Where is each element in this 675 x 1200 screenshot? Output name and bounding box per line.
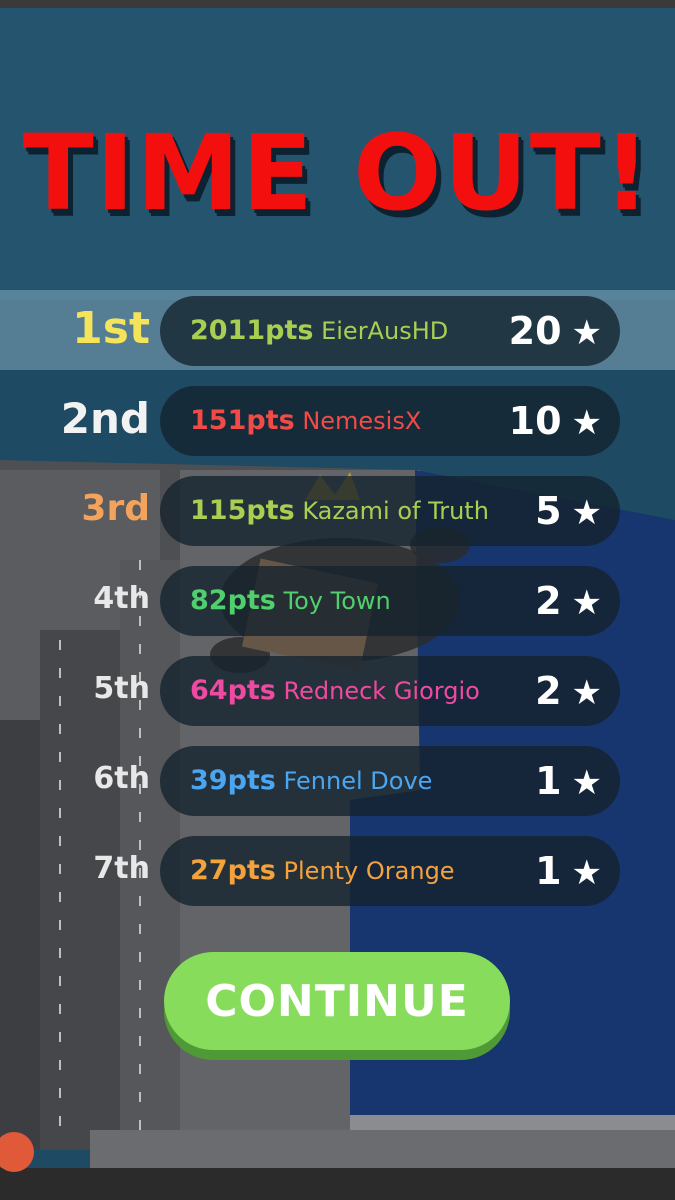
player-entry: 2011pts EierAusHD — [190, 296, 448, 366]
star-count: 2 ★ — [535, 566, 602, 636]
star-value: 1 — [535, 849, 562, 893]
player-score-pill: 151pts NemesisX 10 ★ — [160, 386, 620, 456]
star-icon: ★ — [571, 403, 602, 443]
star-icon: ★ — [571, 853, 602, 893]
star-count: 5 ★ — [535, 476, 602, 546]
leaderboard-row: 5th 64pts Redneck Giorgio 2 ★ — [0, 650, 675, 726]
rank-label: 6th — [93, 761, 150, 796]
star-count: 1 ★ — [535, 746, 602, 816]
status-bar — [0, 0, 675, 8]
star-icon: ★ — [571, 313, 602, 353]
player-name: Plenty Orange — [283, 857, 455, 885]
star-count: 10 ★ — [509, 386, 602, 456]
star-value: 5 — [535, 489, 562, 533]
player-score-pill: 64pts Redneck Giorgio 2 ★ — [160, 656, 620, 726]
player-name: Redneck Giorgio — [283, 677, 480, 705]
star-count: 1 ★ — [535, 836, 602, 906]
leaderboard-row: 4th 82pts Toy Town 2 ★ — [0, 560, 675, 636]
rank-label: 2nd — [60, 394, 150, 443]
player-points: 2011pts — [190, 315, 314, 346]
rank-label: 7th — [93, 851, 150, 886]
player-score-pill: 82pts Toy Town 2 ★ — [160, 566, 620, 636]
player-name: EierAusHD — [321, 317, 449, 345]
rank-label: 3rd — [81, 488, 150, 529]
player-points: 82pts — [190, 585, 276, 616]
player-entry: 64pts Redneck Giorgio — [190, 656, 480, 726]
player-score-pill: 115pts Kazami of Truth 5 ★ — [160, 476, 620, 546]
rank-label: 1st — [72, 303, 150, 354]
player-points: 151pts — [190, 405, 295, 436]
player-name: Fennel Dove — [283, 767, 433, 795]
time-out-title: TIME OUT! — [22, 112, 653, 234]
star-icon: ★ — [571, 763, 602, 803]
rank-label: 5th — [93, 671, 150, 706]
leaderboard-row: 7th 27pts Plenty Orange 1 ★ — [0, 830, 675, 906]
player-points: 115pts — [190, 495, 295, 526]
leaderboard-row: 6th 39pts Fennel Dove 1 ★ — [0, 740, 675, 816]
player-score-pill: 39pts Fennel Dove 1 ★ — [160, 746, 620, 816]
leaderboard-row: 3rd 115pts Kazami of Truth 5 ★ — [0, 470, 675, 546]
leaderboard-row: 1st 2011pts EierAusHD 20 ★ — [0, 290, 675, 366]
player-score-pill: 2011pts EierAusHD 20 ★ — [160, 296, 620, 366]
star-value: 2 — [535, 669, 562, 713]
player-name: Toy Town — [283, 587, 391, 615]
player-entry: 115pts Kazami of Truth — [190, 476, 489, 546]
star-icon: ★ — [571, 673, 602, 713]
star-icon: ★ — [571, 583, 602, 623]
star-value: 20 — [508, 309, 562, 353]
leaderboard-row: 2nd 151pts NemesisX 10 ★ — [0, 380, 675, 456]
player-entry: 151pts NemesisX — [190, 386, 421, 456]
bottom-bar — [0, 1168, 675, 1200]
player-entry: 82pts Toy Town — [190, 566, 391, 636]
star-count: 20 ★ — [509, 296, 602, 366]
player-name: NemesisX — [302, 407, 422, 435]
player-entry: 27pts Plenty Orange — [190, 836, 455, 906]
player-entry: 39pts Fennel Dove — [190, 746, 432, 816]
star-value: 10 — [508, 399, 562, 443]
player-points: 39pts — [190, 765, 276, 796]
star-icon: ★ — [571, 493, 602, 533]
player-name: Kazami of Truth — [302, 497, 489, 525]
star-count: 2 ★ — [535, 656, 602, 726]
rank-label: 4th — [93, 581, 150, 616]
player-points: 27pts — [190, 855, 276, 886]
player-points: 64pts — [190, 675, 276, 706]
player-score-pill: 27pts Plenty Orange 1 ★ — [160, 836, 620, 906]
continue-button[interactable]: CONTINUE — [164, 952, 510, 1050]
star-value: 2 — [535, 579, 562, 623]
star-value: 1 — [535, 759, 562, 803]
